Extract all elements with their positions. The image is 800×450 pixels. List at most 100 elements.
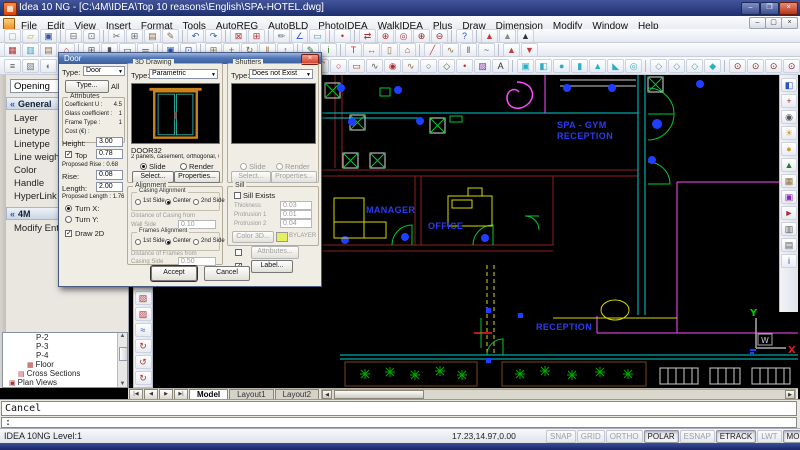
point-icon[interactable]: • <box>334 29 351 43</box>
help-icon[interactable]: ? <box>456 29 473 43</box>
attributes-checkbox[interactable] <box>235 249 242 256</box>
toggle-lwt[interactable]: LWT <box>757 430 781 443</box>
wedge-3d-icon[interactable]: ◣ <box>607 59 624 73</box>
frames-2nd-side-radio[interactable] <box>193 239 199 245</box>
point2-icon[interactable]: • <box>456 59 473 73</box>
chevron-down-icon[interactable]: ▼ <box>118 68 123 76</box>
erase-icon[interactable]: ▭ <box>309 29 326 43</box>
print-icon[interactable]: ⊟ <box>65 29 82 43</box>
top-field[interactable]: 0.78 <box>96 149 123 159</box>
turn-y-radio[interactable] <box>65 216 72 223</box>
door-type-combo[interactable]: Door▼ <box>83 66 125 76</box>
mdi-minimize-button[interactable]: – <box>749 17 766 29</box>
freehand-icon[interactable]: ∿ <box>402 59 419 73</box>
osnap-icon[interactable]: ⊠ <box>230 29 247 43</box>
zoom-dynamic-icon[interactable]: ⊙ <box>783 59 800 73</box>
circle-icon[interactable]: ○ <box>330 59 347 73</box>
level-down-icon[interactable]: ▲ <box>517 29 534 43</box>
wall-icon[interactable]: ▦ <box>4 43 21 57</box>
revcloud-icon[interactable]: ∿ <box>366 59 383 73</box>
multiline-icon[interactable]: ‖ <box>460 43 477 57</box>
home-icon[interactable]: ⌂ <box>399 43 416 57</box>
accept-button[interactable]: Accept <box>151 266 197 281</box>
save-icon[interactable]: ▣ <box>40 29 57 43</box>
chevron-down-icon[interactable]: ▼ <box>211 71 216 79</box>
close-button[interactable]: × <box>779 2 798 15</box>
sketch-icon[interactable]: ✏ <box>273 29 290 43</box>
cut-icon[interactable]: ✂ <box>108 29 125 43</box>
tree-node-p-2[interactable]: P-2 <box>3 333 127 342</box>
toggle-polar[interactable]: POLAR <box>644 430 679 443</box>
cylinder-3d-icon[interactable]: ▮ <box>571 59 588 73</box>
chevron-down-icon[interactable]: ▼ <box>306 71 311 79</box>
donut-icon[interactable]: ◉ <box>384 59 401 73</box>
polygon-icon[interactable]: ◇ <box>438 59 455 73</box>
casing-center-radio[interactable] <box>165 199 171 205</box>
tree-node-p-4[interactable]: P-4 <box>3 351 127 360</box>
material-icon[interactable]: ▦ <box>781 174 797 188</box>
casing-2nd-side-radio[interactable] <box>193 199 199 205</box>
command-input[interactable]: : <box>1 417 797 428</box>
toggle-ortho[interactable]: ORTHO <box>606 430 643 443</box>
scroll-down-icon[interactable]: ▼ <box>118 381 127 387</box>
redo-icon[interactable]: ↷ <box>205 29 222 43</box>
tree-node-cross-sections[interactable]: ▤Cross Sections <box>3 369 127 378</box>
rise-field[interactable]: 0.08 <box>96 170 123 180</box>
tree-node-p-3[interactable]: P-3 <box>3 342 127 351</box>
tree-node-plan-views[interactable]: ▣Plan Views <box>3 378 127 387</box>
properties-button[interactable]: Properties... <box>174 171 220 183</box>
draw-2d-checkbox[interactable]: ✓ <box>65 230 72 237</box>
scroll-right-icon[interactable]: ▶ <box>785 390 795 399</box>
video-icon[interactable]: ► <box>781 206 797 220</box>
grid-snap-icon[interactable]: ⊞ <box>248 29 265 43</box>
label-button[interactable]: Label... <box>251 260 293 273</box>
refresh-icon[interactable]: ↻ <box>135 339 152 353</box>
minimize-button[interactable]: – <box>741 2 760 15</box>
rect-icon[interactable]: ▭ <box>348 59 365 73</box>
line-icon[interactable]: ╱ <box>424 43 441 57</box>
zoom-window-icon[interactable]: ◎ <box>395 29 412 43</box>
render-icon[interactable]: ▣ <box>517 59 534 73</box>
lower-icon[interactable]: ▼ <box>521 43 538 57</box>
paste-icon[interactable]: ▤ <box>144 29 161 43</box>
scroll-left-icon[interactable]: ◀ <box>322 390 332 399</box>
info2-icon[interactable]: i <box>781 254 797 268</box>
scrollbar-thumb[interactable] <box>119 347 128 361</box>
spline-icon[interactable]: ~ <box>478 43 495 57</box>
toggle-etrack[interactable]: ETRACK <box>716 430 756 443</box>
warning-icon[interactable]: ▲ <box>481 29 498 43</box>
redraw-icon[interactable]: ↻ <box>135 371 152 385</box>
arrows-icon[interactable]: ≈ <box>135 323 152 337</box>
frames-1st-side-radio[interactable] <box>135 239 141 245</box>
hatch-icon[interactable]: ▨ <box>474 59 491 73</box>
view-ne-icon[interactable]: ◇ <box>686 59 703 73</box>
casing-1st-side-radio[interactable] <box>135 199 141 205</box>
window-icon[interactable]: ▥ <box>22 43 39 57</box>
dimension-icon[interactable]: ↔ <box>363 43 380 57</box>
info-icon[interactable]: i <box>320 43 337 57</box>
copy-icon[interactable]: ⊞ <box>126 29 143 43</box>
undo-view-icon[interactable]: ↺ <box>135 355 152 369</box>
text2-icon[interactable]: A <box>492 59 509 73</box>
ellipse-icon[interactable]: ○ <box>420 59 437 73</box>
view-sw-icon[interactable]: ◇ <box>668 59 685 73</box>
render2-icon[interactable]: ▣ <box>781 190 797 204</box>
view-nw-icon[interactable]: ◆ <box>704 59 721 73</box>
frames-center-radio[interactable] <box>165 239 171 245</box>
camera-icon[interactable]: ◉ <box>781 110 797 124</box>
door-icon[interactable]: ▤ <box>40 43 57 57</box>
zoom-window2-icon[interactable]: ⊙ <box>747 59 764 73</box>
tree-node-floor[interactable]: ▦Floor <box>3 360 127 369</box>
cancel-button[interactable]: Cancel <box>204 266 250 281</box>
angle-icon[interactable]: ∠ <box>291 29 308 43</box>
toggle-snap[interactable]: SNAP <box>546 430 576 443</box>
toggle-grid[interactable]: GRID <box>577 430 605 443</box>
zoom-extents-icon[interactable]: ⊙ <box>729 59 746 73</box>
zoom-in-icon[interactable]: ⊕ <box>413 29 430 43</box>
match-entity-icon[interactable]: ▨ <box>135 307 152 321</box>
layer-manager-icon[interactable]: ≡ <box>4 59 21 73</box>
restore-button[interactable]: ❐ <box>760 2 779 15</box>
pan-icon[interactable]: ⇄ <box>359 29 376 43</box>
new-file-icon[interactable]: ▢ <box>4 29 21 43</box>
plan-view-icon[interactable]: ▤ <box>781 238 797 252</box>
